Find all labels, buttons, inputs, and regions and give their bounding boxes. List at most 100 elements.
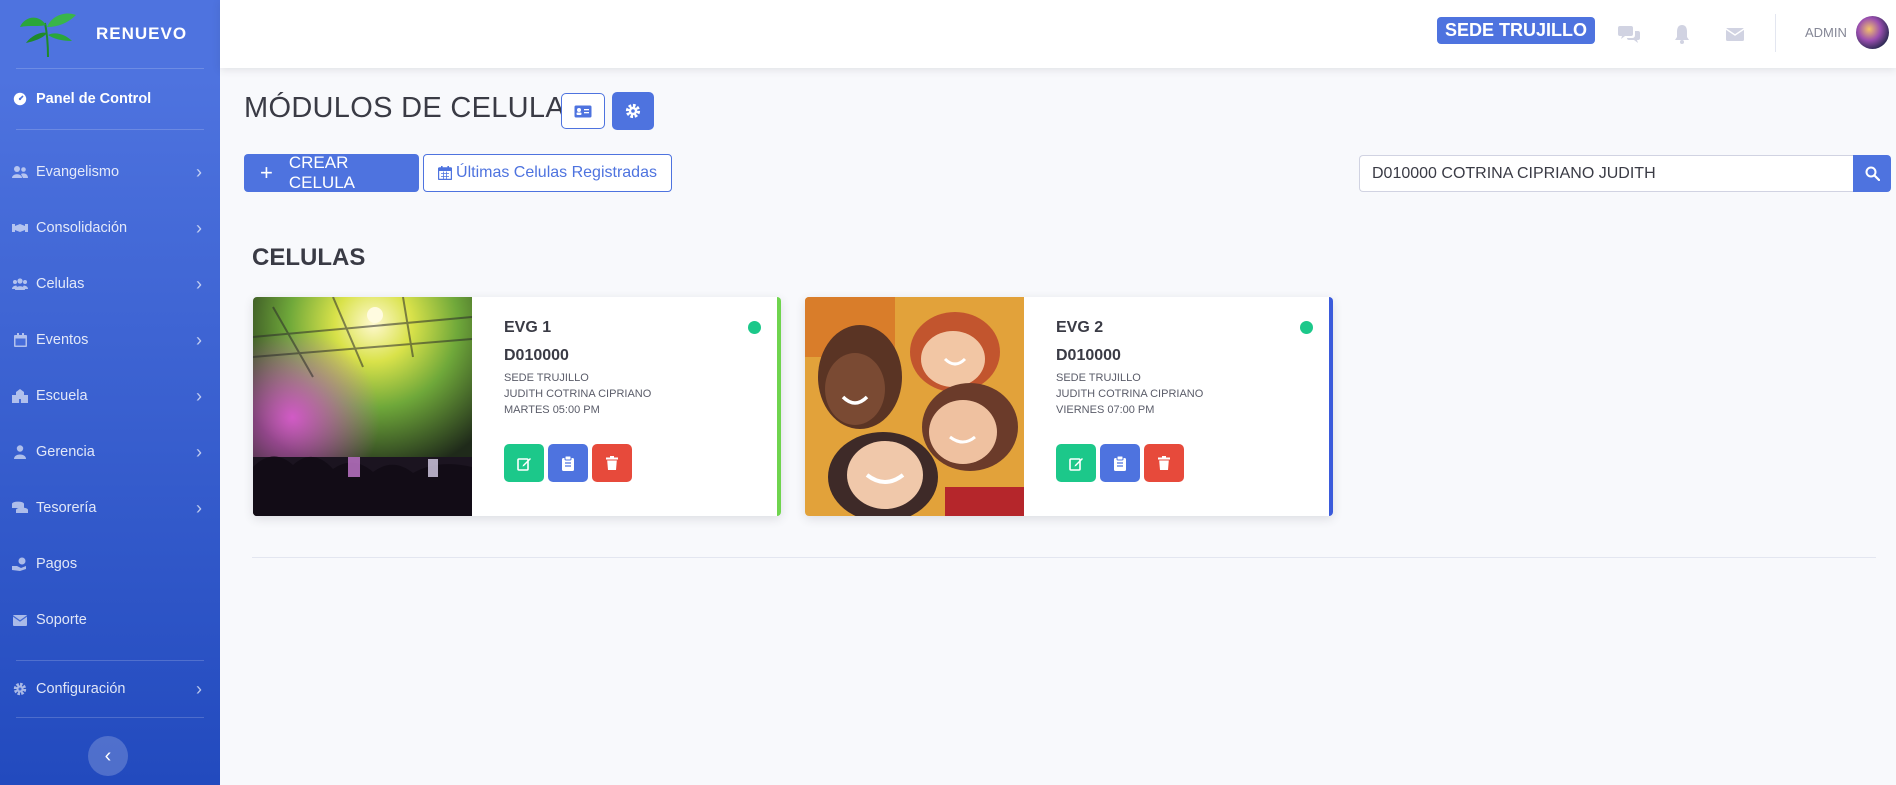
cell-photo-concert (253, 297, 472, 516)
brand-logo-icon (20, 13, 76, 58)
cell-card[interactable]: EVG 1 D010000 SEDE TRUJILLO JUDITH COTRI… (253, 297, 781, 516)
cell-code: D010000 (504, 347, 569, 364)
search-icon (1865, 166, 1880, 181)
sidebar-item-pagos[interactable]: Pagos (0, 536, 220, 592)
details-button[interactable] (1100, 444, 1140, 482)
sidebar-item-label: Escuela (36, 388, 88, 404)
cell-leader: JUDITH COTRINA CIPRIANO (504, 388, 652, 400)
sidebar-toggle-button[interactable]: ‹ (88, 736, 128, 776)
school-icon (12, 388, 28, 404)
sidebar-item-celulas[interactable]: Celulas › (0, 256, 220, 312)
envelope-icon[interactable] (1724, 23, 1746, 45)
section-title: CELULAS (252, 244, 366, 271)
topbar-divider (1775, 14, 1776, 52)
ultimas-celulas-label: Últimas Celulas Registradas (456, 164, 657, 181)
sidebar-item-escuela[interactable]: Escuela › (0, 368, 220, 424)
chevron-right-icon: › (196, 385, 202, 406)
sidebar-item-label: Evangelismo (36, 164, 120, 180)
sidebar-item-label: Panel de Control (36, 91, 152, 107)
status-dot (1300, 321, 1313, 334)
sidebar-item-tesoreria[interactable]: Tesorería › (0, 480, 220, 536)
plus-icon: + (260, 160, 273, 185)
chevron-right-icon: › (196, 329, 202, 350)
trash-icon (606, 456, 618, 470)
search-button[interactable] (1853, 155, 1891, 192)
handshake-icon (12, 220, 28, 236)
sidebar-item-soporte[interactable]: Soporte (0, 592, 220, 648)
brand-name: RENUEVO (96, 24, 188, 43)
gear-icon (625, 103, 641, 119)
chevron-right-icon: › (196, 161, 202, 182)
sidebar-item-configuracion[interactable]: Configuración › (0, 661, 220, 717)
cell-card[interactable]: EVG 2 D010000 SEDE TRUJILLO JUDITH COTRI… (805, 297, 1333, 516)
cell-name: EVG 2 (1056, 319, 1104, 336)
crear-celula-label: CREAR CELULA (288, 153, 355, 192)
tachometer-icon (12, 91, 28, 107)
sidebar: RENUEVO Panel de Control Evangelismo › C… (0, 0, 220, 785)
edit-icon (516, 457, 531, 471)
clipboard-icon (1114, 455, 1126, 471)
sidebar-item-label: Tesorería (36, 500, 97, 516)
comments-icon[interactable] (1618, 23, 1640, 45)
chevron-right-icon: › (196, 678, 202, 699)
cell-sede: SEDE TRUJILLO (504, 372, 589, 384)
coins-icon (12, 500, 28, 516)
gear-icon (12, 681, 28, 697)
user-tie-icon (12, 444, 28, 460)
id-card-icon (574, 105, 592, 117)
settings-button[interactable] (612, 92, 654, 130)
sede-badge[interactable]: SEDE TRUJILLO (1437, 17, 1596, 44)
sidebar-item-dashboard[interactable]: Panel de Control (0, 69, 220, 129)
clipboard-icon (562, 455, 574, 471)
edit-button[interactable] (1056, 444, 1096, 482)
cell-schedule: MARTES 05:00 PM (504, 404, 600, 416)
sidebar-item-label: Eventos (36, 332, 89, 348)
status-dot (748, 321, 761, 334)
chevron-right-icon: › (196, 273, 202, 294)
group-icon (12, 276, 28, 292)
chevron-right-icon: › (196, 217, 202, 238)
search-input[interactable] (1359, 155, 1853, 192)
cell-name: EVG 1 (504, 319, 552, 336)
delete-button[interactable] (1144, 444, 1184, 482)
topbar: SEDE TRUJILLO ADMIN (220, 0, 1896, 68)
trash-icon (1158, 456, 1170, 470)
brand[interactable]: RENUEVO (0, 0, 220, 68)
chevron-right-icon: › (196, 441, 202, 462)
cell-sede: SEDE TRUJILLO (1056, 372, 1141, 384)
sidebar-item-evangelismo[interactable]: Evangelismo › (0, 144, 220, 200)
sidebar-item-gerencia[interactable]: Gerencia › (0, 424, 220, 480)
delete-button[interactable] (592, 444, 632, 482)
chevron-left-icon: ‹ (104, 744, 112, 767)
cell-schedule: VIERNES 07:00 PM (1056, 404, 1155, 416)
card-accent-bar (777, 297, 781, 516)
sidebar-item-label: Celulas (36, 276, 85, 292)
sidebar-item-label: Soporte (36, 612, 87, 628)
user-name[interactable]: ADMIN (1805, 25, 1847, 40)
cell-leader: JUDITH COTRINA CIPRIANO (1056, 388, 1204, 400)
bell-icon[interactable] (1671, 23, 1693, 45)
calendar-icon (12, 332, 28, 348)
sidebar-divider (16, 717, 204, 718)
edit-icon (1068, 457, 1083, 471)
edit-button[interactable] (504, 444, 544, 482)
calendar-icon (438, 166, 453, 180)
sidebar-item-eventos[interactable]: Eventos › (0, 312, 220, 368)
details-button[interactable] (548, 444, 588, 482)
envelope-icon (12, 612, 28, 628)
sidebar-item-label: Gerencia (36, 444, 95, 460)
users-icon (12, 164, 28, 180)
id-card-button[interactable] (561, 93, 605, 129)
cell-code: D010000 (1056, 347, 1121, 364)
avatar[interactable] (1856, 16, 1889, 49)
sidebar-item-label: Consolidación (36, 220, 128, 236)
hand-money-icon (12, 556, 28, 572)
crear-celula-button[interactable]: + CREAR CELULA (244, 153, 419, 192)
content-divider (252, 557, 1876, 558)
sidebar-item-label: Configuración (36, 681, 126, 697)
card-accent-bar (1329, 297, 1333, 516)
sidebar-item-label: Pagos (36, 556, 78, 572)
chevron-right-icon: › (196, 497, 202, 518)
ultimas-celulas-button[interactable]: Últimas Celulas Registradas (423, 154, 672, 192)
sidebar-item-consolidacion[interactable]: Consolidación › (0, 200, 220, 256)
